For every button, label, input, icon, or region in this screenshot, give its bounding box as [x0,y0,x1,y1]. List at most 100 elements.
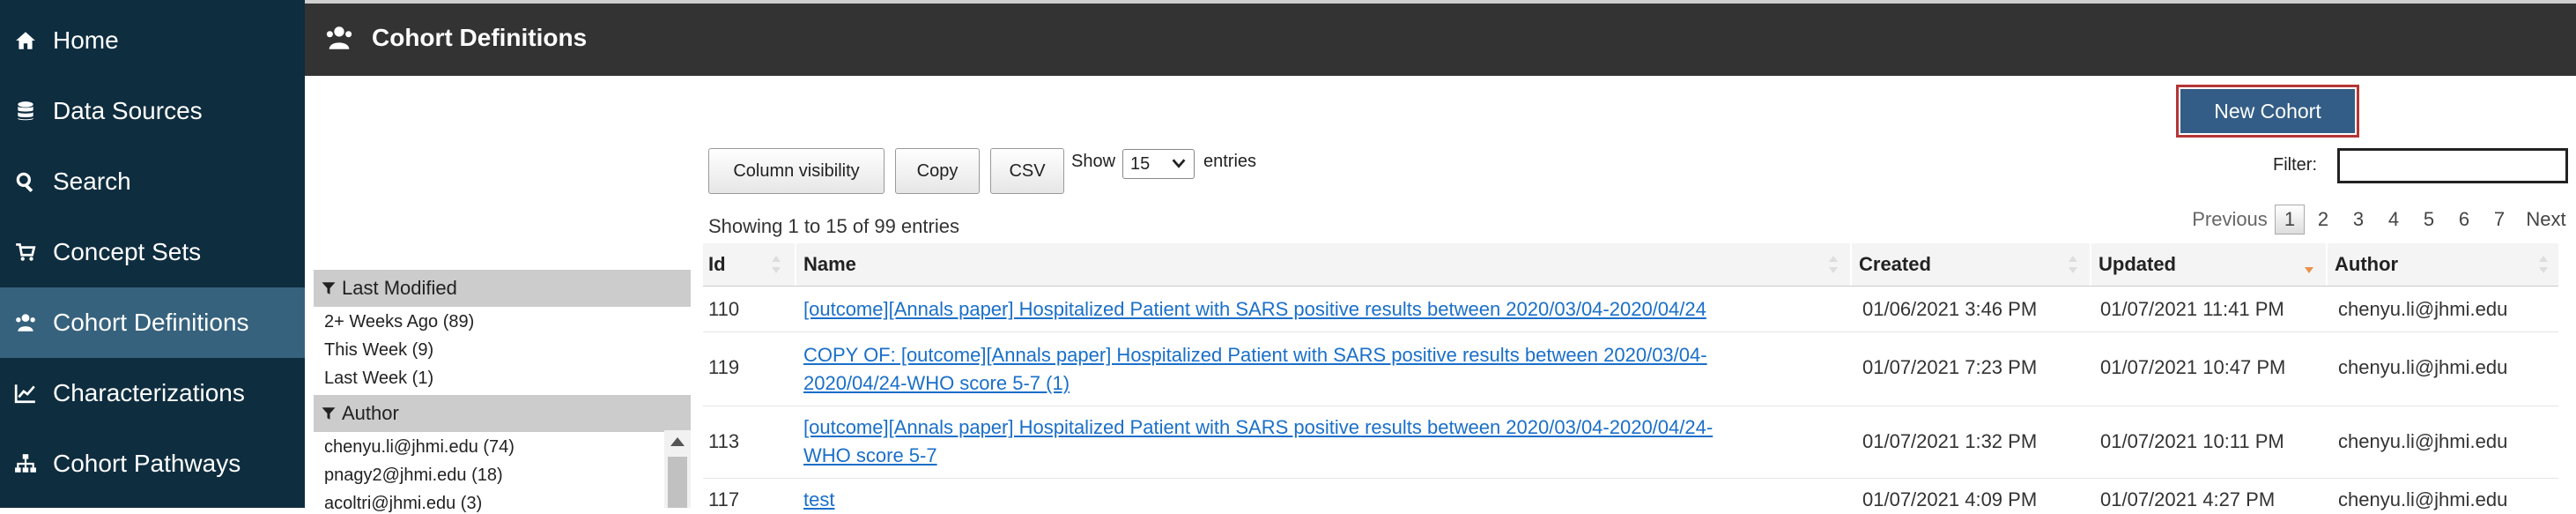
facet-title: Author [342,402,399,424]
pagination-page-1[interactable]: 1 [2275,205,2305,235]
facet-item[interactable]: This Week (9) [324,340,433,361]
column-header-name[interactable]: Name [803,243,856,286]
row-divider [703,331,2558,332]
search-icon [12,168,39,195]
home-icon [12,27,39,54]
sort-descending-icon [2305,267,2313,273]
cell-created: 01/07/2021 1:32 PM [1862,430,2038,452]
csv-button[interactable]: CSV [990,148,1064,194]
cohort-name-link[interactable]: COPY OF: [outcome][Annals paper] Hospita… [803,344,1707,367]
sidebar-item-label: Cohort Pathways [53,450,241,477]
cell-updated: 01/07/2021 4:27 PM [2100,488,2276,510]
facet-last-modified-header[interactable]: Last Modified [314,270,691,307]
filter-label: Filter: [2273,155,2317,175]
facet-scrollbar[interactable] [664,430,691,508]
sidebar-item-label: Concept Sets [53,238,202,265]
filter-icon [322,282,336,294]
cart-icon [12,239,39,265]
cell-created: 01/07/2021 7:23 PM [1862,356,2038,378]
cohort-name-link[interactable]: WHO score 5-7 [803,444,937,467]
database-icon [12,98,39,124]
entries-label: entries [1203,152,1257,171]
facet-item[interactable]: acoltri@jhmi.edu (3) [324,494,482,514]
sidebar-item-concept-sets[interactable]: Concept Sets [0,217,305,287]
facet-author-header[interactable]: Author [314,395,691,432]
cohort-name-link[interactable]: [outcome][Annals paper] Hospitalized Pat… [803,298,1706,321]
pagination-page-6[interactable]: 6 [2451,205,2477,235]
column-visibility-button[interactable]: Column visibility [708,148,885,194]
page-header: Cohort Definitions [305,0,2576,76]
users-icon [12,309,39,336]
cell-updated: 01/07/2021 11:41 PM [2100,298,2284,320]
cohort-name-link[interactable]: test [803,488,834,511]
column-header-updated[interactable]: Updated [2099,243,2176,286]
row-divider [703,478,2558,479]
sort-icon [2069,256,2077,273]
facet-title: Last Modified [342,277,457,299]
column-divider [2090,243,2091,286]
users-icon [324,23,354,53]
pagination-next[interactable]: Next [2521,205,2571,235]
entries-value: 15 [1130,153,1151,174]
cell-updated: 01/07/2021 10:47 PM [2100,356,2286,378]
cell-id: 113 [708,430,740,452]
scroll-up-arrow-icon[interactable] [670,437,685,446]
filter-icon [322,407,336,420]
cell-author: chenyu.li@jhmi.edu [2338,356,2508,378]
facet-item[interactable]: Last Week (1) [324,369,433,389]
column-header-author[interactable]: Author [2335,243,2398,286]
scrollbar-thumb[interactable] [668,457,687,508]
sort-icon [2539,256,2548,273]
pagination-page-7[interactable]: 7 [2486,205,2513,235]
sidebar-item-home[interactable]: Home [0,5,305,76]
cell-author: chenyu.li@jhmi.edu [2338,488,2508,510]
table-header: Id Name Created Updated Author [703,243,2558,287]
pagination-page-5[interactable]: 5 [2416,205,2442,235]
new-cohort-label: New Cohort [2180,89,2355,133]
sort-icon [772,256,781,273]
cell-author: chenyu.li@jhmi.edu [2338,430,2508,452]
sidebar-item-label: Home [53,26,119,54]
column-header-created[interactable]: Created [1859,243,1931,286]
sidebar: Home Data Sources Search Concept Sets Co… [0,0,305,508]
cell-created: 01/07/2021 4:09 PM [1862,488,2038,510]
copy-button[interactable]: Copy [895,148,980,194]
new-cohort-button[interactable]: New Cohort [2176,85,2359,138]
column-header-id[interactable]: Id [708,243,726,286]
column-divider [2326,243,2328,286]
sidebar-item-characterizations[interactable]: Characterizations [0,358,305,428]
sort-icon [1829,256,1838,273]
sidebar-item-label: Data Sources [53,97,203,124]
cell-updated: 01/07/2021 10:11 PM [2100,430,2284,452]
cell-id: 117 [708,488,740,510]
sidebar-item-cohort-definitions[interactable]: Cohort Definitions [0,287,305,358]
pagination-page-3[interactable]: 3 [2345,205,2372,235]
sidebar-item-label: Cohort Definitions [53,309,249,336]
pagination-previous[interactable]: Previous [2188,205,2271,235]
show-label: Show [1071,152,1116,171]
sidebar-item-cohort-pathways[interactable]: Cohort Pathways [0,428,305,499]
pagination-page-4[interactable]: 4 [2380,205,2407,235]
sidebar-item-label: Search [53,168,131,195]
chevron-down-icon [1172,159,1186,168]
column-divider [795,243,796,286]
sidebar-item-label: Characterizations [53,379,245,406]
pagination-page-2[interactable]: 2 [2310,205,2336,235]
cell-id: 119 [708,356,740,378]
cell-id: 110 [708,298,740,320]
sidebar-item-data-sources[interactable]: Data Sources [0,76,305,146]
cell-created: 01/06/2021 3:46 PM [1862,298,2038,320]
facet-item[interactable]: 2+ Weeks Ago (89) [324,312,474,332]
table-info: Showing 1 to 15 of 99 entries [708,215,959,237]
filter-input[interactable] [2337,148,2568,183]
chart-line-icon [12,380,39,406]
sidebar-item-search[interactable]: Search [0,146,305,217]
entries-select[interactable]: 15 [1122,149,1195,179]
facet-item[interactable]: pnagy2@jhmi.edu (18) [324,466,503,486]
sitemap-icon [12,451,39,477]
cohort-name-link[interactable]: [outcome][Annals paper] Hospitalized Pat… [803,416,1713,439]
cohort-name-link[interactable]: 2020/04/24-WHO score 5-7 (1) [803,372,1070,395]
page-title: Cohort Definitions [372,24,588,51]
facet-item[interactable]: chenyu.li@jhmi.edu (74) [324,437,514,458]
cell-author: chenyu.li@jhmi.edu [2338,298,2508,320]
